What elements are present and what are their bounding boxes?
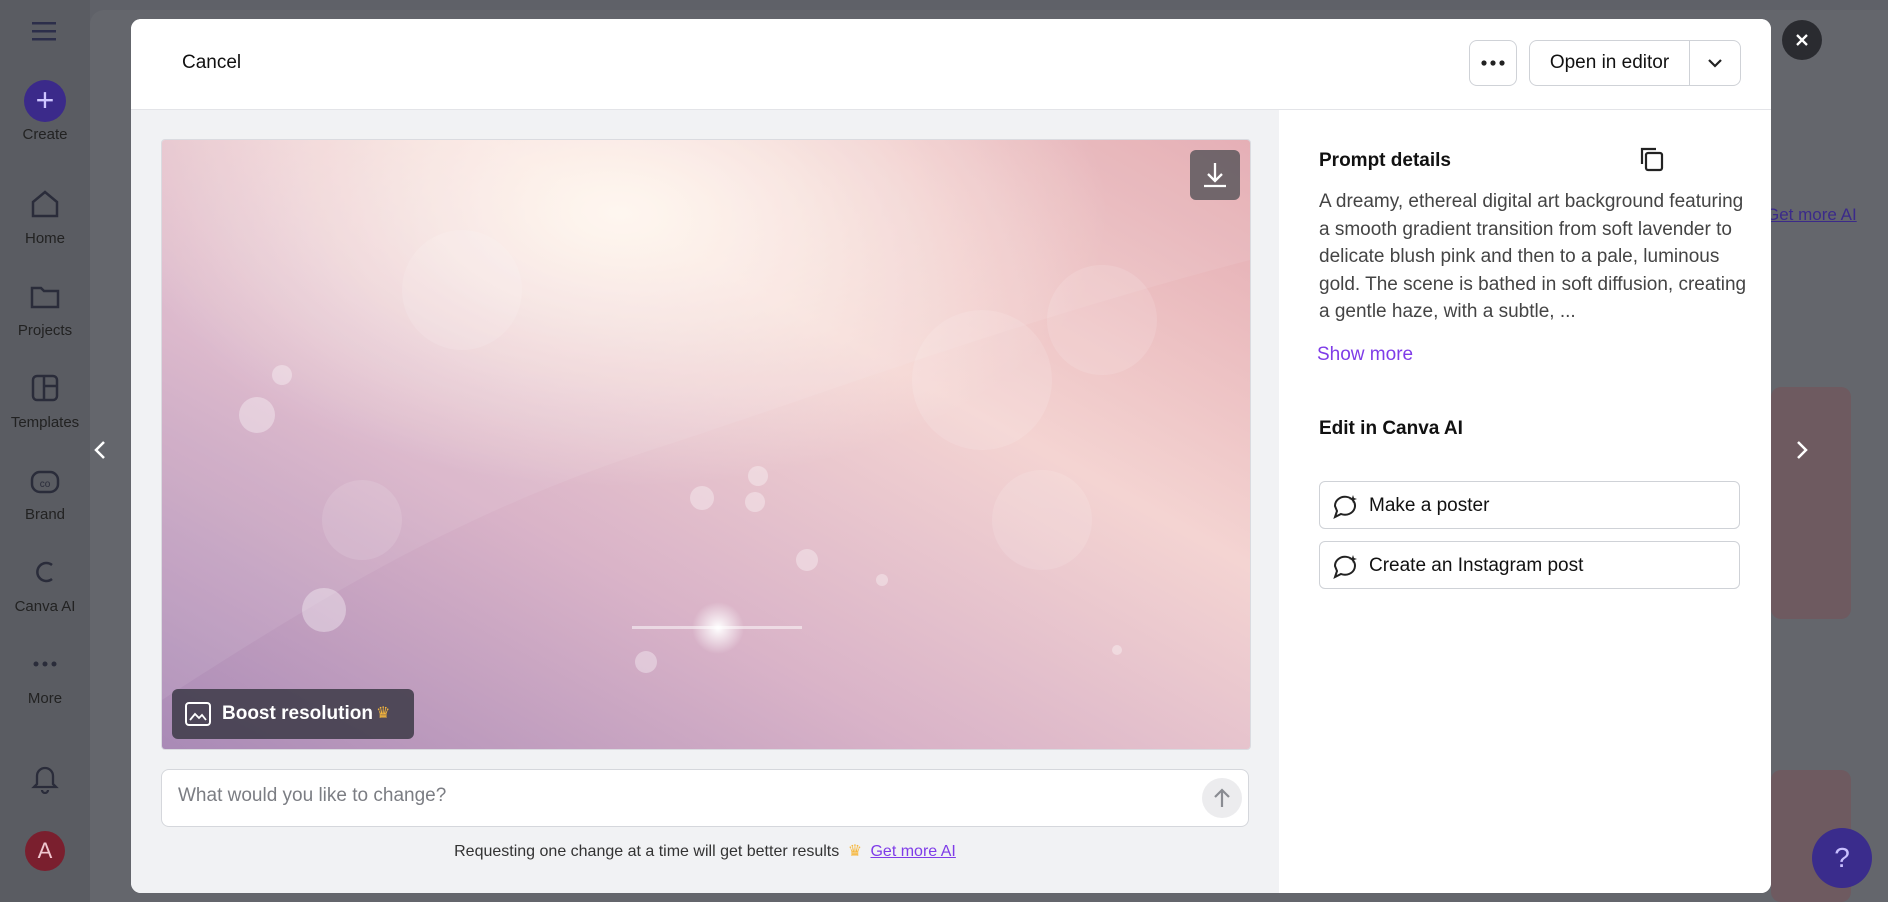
ai-chat-icon: [1333, 495, 1357, 519]
sidebar-item-label: More: [27, 690, 63, 707]
templates-icon: [31, 374, 59, 402]
folder-icon: [30, 286, 60, 309]
next-button[interactable]: [1786, 432, 1816, 468]
prompt-details-title: Prompt details: [1319, 150, 1451, 171]
ai-chat-icon: [1333, 555, 1357, 579]
crown-icon: ♛: [376, 705, 391, 722]
show-more-link[interactable]: Show more: [1317, 344, 1413, 366]
menu-button[interactable]: [0, 20, 90, 46]
bell-icon: [31, 766, 59, 795]
sidebar-item-label: Brand: [24, 506, 66, 523]
edit-in-canva-ai-title: Edit in Canva AI: [1319, 418, 1463, 439]
sidebar-item-projects[interactable]: Projects: [0, 276, 90, 339]
open-in-editor-split-button: Open in editor: [1529, 40, 1741, 86]
generated-image-art: [162, 140, 1250, 749]
send-button[interactable]: [1202, 778, 1242, 818]
image-pane: Boost resolution ♛ Requesting one change…: [131, 110, 1279, 893]
background-get-more-ai-link[interactable]: Get more AI: [1766, 205, 1857, 225]
crown-icon: ♛: [847, 843, 863, 860]
account-button[interactable]: A: [0, 831, 90, 871]
action-label: Make a poster: [1369, 495, 1490, 516]
hint-row: Requesting one change at a time will get…: [131, 841, 1279, 861]
more-dots-icon: [1481, 60, 1505, 66]
sidebar-item-home[interactable]: Home: [0, 184, 90, 247]
hamburger-icon: [32, 22, 56, 41]
more-options-button[interactable]: [1469, 40, 1517, 86]
get-more-ai-link[interactable]: Get more AI: [870, 843, 955, 860]
background-card: [1771, 387, 1851, 619]
sidebar-item-brand[interactable]: co Brand: [0, 460, 90, 523]
plus-icon: +: [24, 80, 66, 122]
sidebar-item-canva-ai[interactable]: Canva AI: [0, 552, 90, 615]
change-request-input[interactable]: [176, 784, 1180, 808]
cancel-button[interactable]: Cancel: [182, 52, 241, 74]
boost-resolution-button[interactable]: Boost resolution ♛: [172, 689, 414, 739]
make-a-poster-button[interactable]: Make a poster: [1319, 481, 1740, 529]
image-preview-modal: Cancel Open in editor Boost resolution ♛…: [131, 19, 1771, 893]
brand-icon: co: [30, 470, 60, 494]
hint-text: Requesting one change at a time will get…: [454, 843, 840, 860]
open-in-editor-button[interactable]: Open in editor: [1530, 41, 1690, 85]
previous-button[interactable]: [86, 432, 116, 468]
canva-ai-icon: [36, 561, 53, 583]
open-options-dropdown[interactable]: [1690, 41, 1740, 85]
avatar: A: [25, 831, 65, 871]
more-dots-icon: [33, 661, 57, 667]
copy-icon: [1640, 147, 1664, 172]
sidebar-item-label: Projects: [17, 322, 73, 339]
download-icon: [1204, 163, 1226, 188]
chevron-down-icon: [1708, 59, 1722, 68]
sidebar: + Create Home Projects Templates co Bran…: [0, 0, 90, 902]
chevron-left-icon: [94, 441, 105, 459]
modal-header: Cancel Open in editor: [131, 19, 1771, 110]
chevron-right-icon: [1797, 441, 1808, 459]
copy-prompt-button[interactable]: [1637, 144, 1667, 174]
sidebar-item-create[interactable]: + Create: [0, 80, 90, 143]
sidebar-item-label: Home: [24, 230, 65, 247]
sidebar-item-more[interactable]: More: [0, 644, 90, 707]
notifications-button[interactable]: [0, 762, 90, 798]
sidebar-item-label: Canva AI: [14, 598, 76, 615]
sidebar-item-label: Create: [22, 126, 68, 143]
action-label: Create an Instagram post: [1369, 555, 1584, 576]
upscale-icon: [185, 702, 211, 726]
help-button[interactable]: ?: [1812, 828, 1872, 888]
download-button[interactable]: [1190, 150, 1240, 200]
boost-resolution-label: Boost resolution: [222, 703, 373, 724]
close-button[interactable]: [1782, 20, 1822, 60]
arrow-up-icon: [1214, 788, 1230, 807]
close-icon: [1796, 34, 1808, 46]
svg-text:co: co: [40, 479, 51, 490]
prompt-details-panel: Prompt details A dreamy, ethereal digita…: [1280, 110, 1771, 893]
home-icon: [31, 190, 59, 218]
prompt-text: A dreamy, ethereal digital art backgroun…: [1319, 191, 1747, 322]
sidebar-item-templates[interactable]: Templates: [0, 368, 90, 431]
sidebar-item-label: Templates: [10, 414, 80, 431]
change-request-field: [161, 769, 1249, 827]
generated-image: Boost resolution ♛: [161, 139, 1251, 750]
create-instagram-post-button[interactable]: Create an Instagram post: [1319, 541, 1740, 589]
